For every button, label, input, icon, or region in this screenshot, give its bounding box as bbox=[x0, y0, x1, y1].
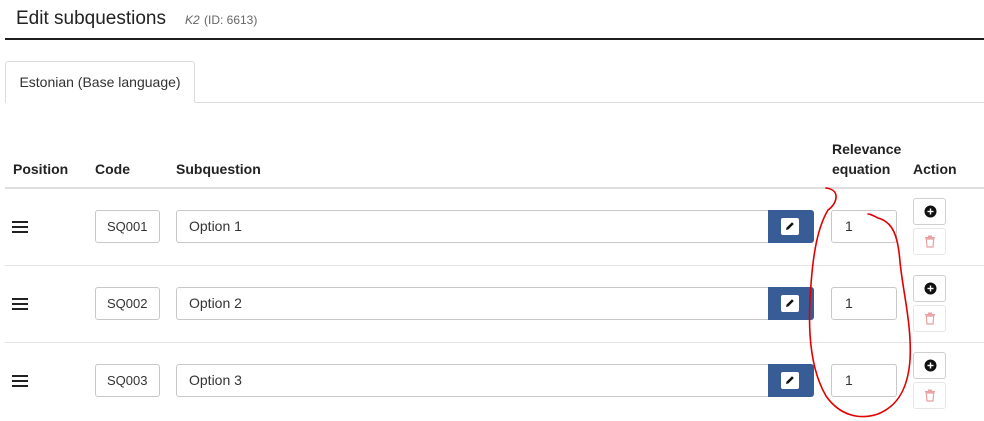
drag-handle-icon[interactable] bbox=[12, 298, 28, 310]
code-input[interactable]: SQ001 bbox=[95, 210, 160, 243]
code-input[interactable]: SQ002 bbox=[95, 287, 160, 320]
column-header-relevance-line1: Relevance bbox=[832, 141, 902, 157]
plus-circle-icon bbox=[924, 359, 937, 372]
trash-icon bbox=[925, 235, 935, 248]
trash-icon bbox=[925, 389, 935, 402]
pencil-icon bbox=[781, 295, 799, 312]
plus-circle-icon bbox=[924, 205, 937, 218]
subquestion-input[interactable]: Option 2 bbox=[176, 287, 768, 320]
delete-subquestion-button[interactable] bbox=[913, 228, 946, 255]
column-header-code: Code bbox=[95, 161, 130, 177]
page-title: Edit subquestions bbox=[16, 8, 166, 29]
trash-icon bbox=[925, 312, 935, 325]
edit-subquestion-button[interactable] bbox=[768, 287, 814, 320]
drag-handle-icon[interactable] bbox=[12, 221, 28, 233]
page-header: Edit subquestions K2 (ID: 6613) bbox=[5, 0, 984, 40]
pencil-icon bbox=[781, 372, 799, 389]
add-subquestion-button[interactable] bbox=[913, 352, 946, 379]
tab-estonian[interactable]: Estonian (Base language) bbox=[5, 61, 195, 103]
edit-subquestion-button[interactable] bbox=[768, 210, 814, 243]
relevance-input[interactable]: 1 bbox=[831, 364, 897, 397]
relevance-input[interactable]: 1 bbox=[831, 287, 897, 320]
column-header-action: Action bbox=[913, 161, 957, 177]
question-code: K2 bbox=[185, 13, 200, 27]
add-subquestion-button[interactable] bbox=[913, 275, 946, 302]
drag-handle-icon[interactable] bbox=[12, 375, 28, 387]
edit-subquestion-button[interactable] bbox=[768, 364, 814, 397]
subquestion-input[interactable]: Option 1 bbox=[176, 210, 768, 243]
subquestion-input[interactable]: Option 3 bbox=[176, 364, 768, 397]
relevance-input[interactable]: 1 bbox=[831, 210, 897, 243]
question-id: (ID: 6613) bbox=[204, 13, 258, 27]
plus-circle-icon bbox=[924, 282, 937, 295]
column-header-position: Position bbox=[13, 161, 69, 177]
row-divider bbox=[5, 342, 984, 343]
column-header-relevance-line2: equation bbox=[832, 161, 891, 177]
delete-subquestion-button[interactable] bbox=[913, 305, 946, 332]
add-subquestion-button[interactable] bbox=[913, 198, 946, 225]
row-divider bbox=[5, 265, 984, 266]
code-input[interactable]: SQ003 bbox=[95, 364, 160, 397]
delete-subquestion-button[interactable] bbox=[913, 382, 946, 409]
table-header-divider bbox=[5, 187, 984, 189]
column-header-subquestion: Subquestion bbox=[176, 161, 261, 177]
pencil-icon bbox=[781, 218, 799, 235]
